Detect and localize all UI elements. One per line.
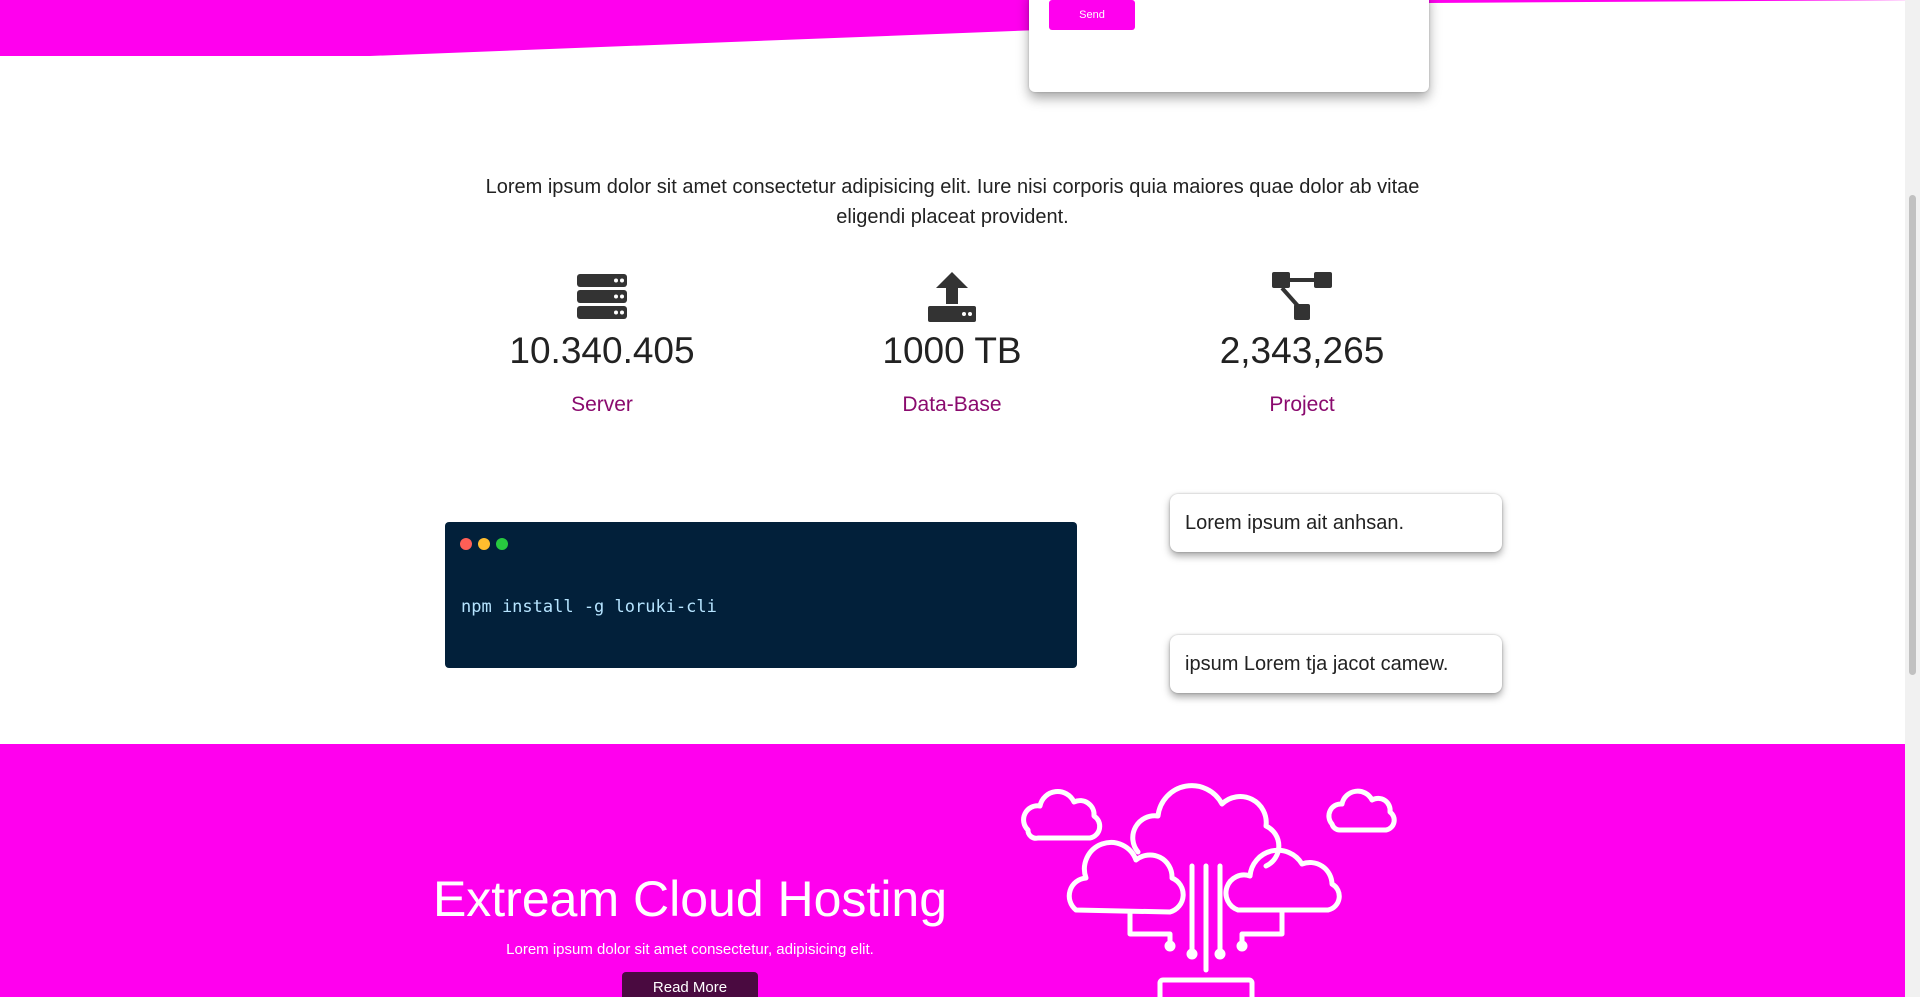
close-dot bbox=[460, 538, 472, 550]
project-diagram-icon bbox=[1152, 270, 1452, 324]
minimize-dot bbox=[478, 538, 490, 550]
stat-database: 1000 TB Data-Base bbox=[802, 270, 1102, 417]
hero-title: Extream Cloud Hosting bbox=[432, 871, 948, 927]
stat-value: 1000 TB bbox=[882, 330, 1022, 371]
terminal-window: npm install -g loruki-cli bbox=[445, 522, 1077, 668]
read-more-button[interactable]: Read More bbox=[622, 972, 758, 997]
upload-icon bbox=[802, 270, 1102, 324]
maximize-dot bbox=[496, 538, 508, 550]
terminal-command: npm install -g loruki-cli bbox=[461, 597, 717, 617]
scrollbar-thumb[interactable] bbox=[1909, 195, 1916, 675]
send-button[interactable]: Send bbox=[1049, 0, 1135, 30]
stat-value: 10.340.405 bbox=[509, 330, 695, 371]
note-card: ipsum Lorem tja jacot camew. bbox=[1170, 635, 1502, 693]
cloud-network-icon bbox=[1020, 770, 1410, 997]
stat-label: Project bbox=[1269, 393, 1335, 416]
contact-form-card: Send bbox=[1029, 0, 1429, 92]
intro-text: Lorem ipsum dolor sit amet consectetur a… bbox=[485, 176, 1420, 228]
note-card: Lorem ipsum ait anhsan. bbox=[1170, 494, 1502, 552]
window-controls bbox=[460, 538, 508, 550]
server-icon bbox=[452, 270, 752, 324]
stat-project: 2,343,265 Project bbox=[1152, 270, 1452, 417]
page: Send Lorem ipsum dolor sit amet consecte… bbox=[0, 0, 1920, 997]
top-magenta-band bbox=[0, 0, 1920, 60]
stat-label: Server bbox=[571, 393, 633, 416]
stat-value: 2,343,265 bbox=[1219, 330, 1385, 371]
hero-subtitle: Lorem ipsum dolor sit amet consectetur, … bbox=[506, 941, 874, 958]
stat-label: Data-Base bbox=[902, 393, 1002, 416]
stat-server: 10.340.405 Server bbox=[452, 270, 752, 417]
scrollbar[interactable] bbox=[1905, 0, 1920, 997]
hero-section: Extream Cloud Hosting Lorem ipsum dolor … bbox=[0, 744, 1905, 997]
